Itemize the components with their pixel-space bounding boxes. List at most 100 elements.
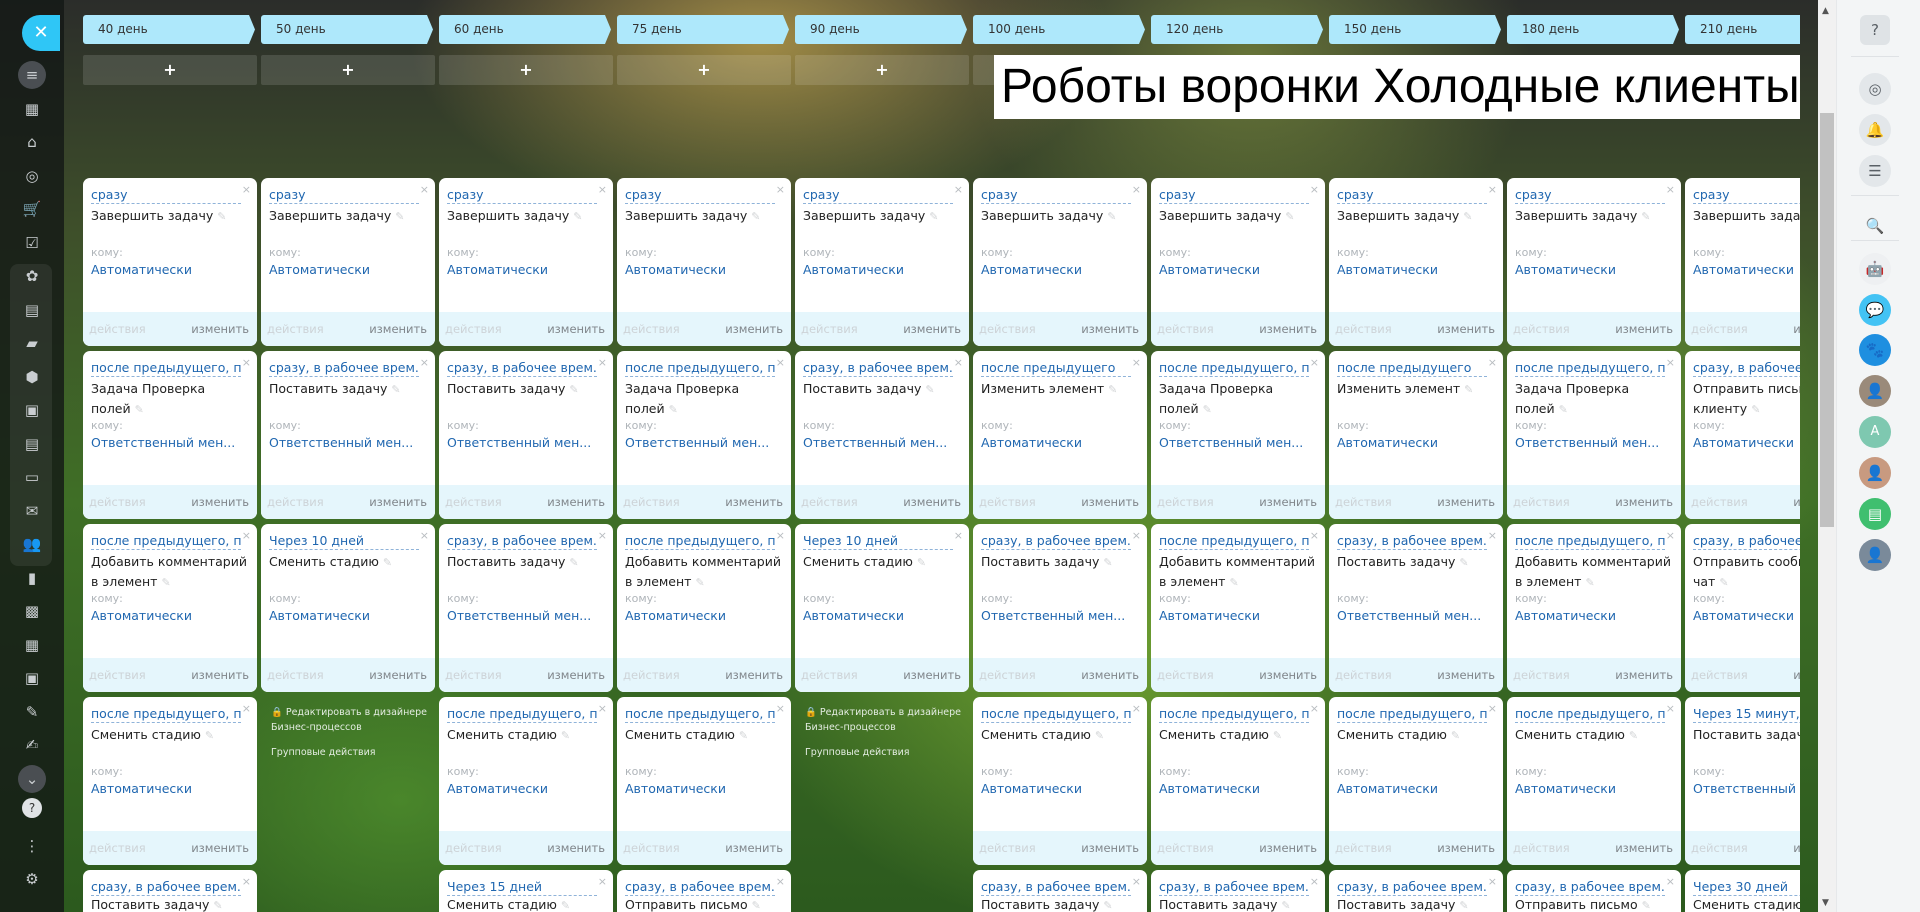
change-robot-link[interactable]: изменить bbox=[1793, 668, 1800, 682]
edit-pencil-icon[interactable]: ✎ bbox=[1463, 210, 1472, 223]
remove-robot-icon[interactable]: × bbox=[1488, 875, 1497, 888]
scrollbar-thumb[interactable] bbox=[1820, 113, 1834, 527]
stage-header[interactable]: 210 день bbox=[1685, 15, 1800, 44]
edit-pencil-icon[interactable]: ✎ bbox=[161, 576, 170, 589]
store-icon[interactable]: ▣ bbox=[18, 664, 46, 692]
remove-robot-icon[interactable]: × bbox=[1666, 702, 1675, 715]
change-robot-link[interactable]: изменить bbox=[1793, 495, 1800, 509]
feed-icon[interactable]: ▤ bbox=[18, 296, 46, 324]
change-robot-link[interactable]: изменить bbox=[1793, 841, 1800, 855]
change-robot-link[interactable]: изменить bbox=[1437, 322, 1495, 336]
robot-assignee[interactable]: Автоматически bbox=[269, 608, 370, 623]
edit-pencil-icon[interactable]: ✎ bbox=[561, 899, 570, 912]
remove-robot-icon[interactable]: × bbox=[1488, 702, 1497, 715]
robot-trigger-condition[interactable]: сразу, в рабочее врем... bbox=[981, 878, 1131, 896]
robot-trigger-condition[interactable]: после предыдущего, п... bbox=[447, 705, 597, 723]
remove-robot-icon[interactable]: × bbox=[1132, 356, 1141, 369]
stage-header[interactable]: 150 день bbox=[1329, 15, 1501, 44]
change-robot-link[interactable]: изменить bbox=[369, 322, 427, 336]
remove-robot-icon[interactable]: × bbox=[776, 529, 785, 542]
contact-center-icon[interactable]: ▩ bbox=[18, 597, 46, 625]
crm-icon[interactable]: ✿ bbox=[18, 262, 46, 290]
group-actions-link[interactable]: Групповые действия bbox=[271, 747, 375, 758]
edit-pencil-icon[interactable]: ✎ bbox=[1629, 729, 1638, 742]
remove-robot-icon[interactable]: × bbox=[1666, 183, 1675, 196]
edit-pencil-icon[interactable]: ✎ bbox=[395, 210, 404, 223]
edit-pencil-icon[interactable]: ✎ bbox=[1751, 403, 1760, 416]
robot-trigger-condition[interactable]: сразу, в рабочее врем... bbox=[981, 532, 1131, 550]
robot-assignee[interactable]: Автоматически bbox=[447, 781, 548, 796]
robot-trigger-condition[interactable]: сразу, в рабочее врем... bbox=[269, 359, 419, 377]
robot-assignee[interactable]: Автоматически bbox=[447, 262, 548, 277]
mail-icon[interactable]: ✉ bbox=[18, 497, 46, 525]
scroll-down-arrow-icon[interactable]: ▼ bbox=[1822, 898, 1829, 908]
remove-robot-icon[interactable]: × bbox=[1310, 183, 1319, 196]
robot-assignee[interactable]: Автоматически bbox=[625, 608, 726, 623]
robot-avatar[interactable]: 🤖 bbox=[1859, 253, 1891, 285]
robot-trigger-condition[interactable]: после предыдущего bbox=[1337, 359, 1487, 377]
sitemap-icon[interactable]: ⋮ bbox=[18, 832, 46, 860]
edit-pencil-icon[interactable]: ✎ bbox=[1108, 383, 1117, 396]
remove-robot-icon[interactable]: × bbox=[242, 356, 251, 369]
change-robot-link[interactable]: изменить bbox=[1793, 322, 1800, 336]
robot-assignee[interactable]: Ответственный м... bbox=[1693, 781, 1800, 796]
edit-in-designer-link[interactable]: 🔒 Редактировать в дизайнере bbox=[805, 707, 961, 718]
robot-trigger-condition[interactable]: сразу, в рабочее врем... bbox=[1337, 532, 1487, 550]
remove-robot-icon[interactable]: × bbox=[954, 356, 963, 369]
robot-trigger-condition[interactable]: после предыдущего, п... bbox=[1515, 532, 1665, 550]
edit-pencil-icon[interactable]: ✎ bbox=[739, 729, 748, 742]
remove-robot-icon[interactable]: × bbox=[776, 875, 785, 888]
change-robot-link[interactable]: изменить bbox=[1615, 495, 1673, 509]
change-robot-link[interactable]: изменить bbox=[369, 495, 427, 509]
robot-assignee[interactable]: Автоматически bbox=[981, 435, 1082, 450]
change-robot-link[interactable]: изменить bbox=[1615, 668, 1673, 682]
robot-assignee[interactable]: Автоматически bbox=[981, 262, 1082, 277]
edit-pencil-icon[interactable]: ✎ bbox=[1285, 210, 1294, 223]
edit-pencil-icon[interactable]: ✎ bbox=[929, 210, 938, 223]
robot-trigger-condition[interactable]: сразу, в рабочее врем... bbox=[91, 878, 241, 896]
robot-assignee[interactable]: Автоматически bbox=[803, 608, 904, 623]
change-robot-link[interactable]: изменить bbox=[1437, 668, 1495, 682]
robot-trigger-condition[interactable]: после предыдущего, п... bbox=[1515, 359, 1665, 377]
remove-robot-icon[interactable]: × bbox=[1488, 529, 1497, 542]
edit-pencil-icon[interactable]: ✎ bbox=[925, 383, 934, 396]
change-robot-link[interactable]: изменить bbox=[547, 668, 605, 682]
edit-pencil-icon[interactable]: ✎ bbox=[695, 576, 704, 589]
remove-robot-icon[interactable]: × bbox=[1310, 702, 1319, 715]
more-icon[interactable]: ⌄ bbox=[18, 764, 46, 793]
help-icon[interactable]: ? bbox=[1860, 15, 1890, 45]
edit-pencil-icon[interactable]: ✎ bbox=[1229, 576, 1238, 589]
robot-assignee[interactable]: Ответственный мен... bbox=[803, 435, 947, 450]
stage-header[interactable]: 90 день bbox=[795, 15, 967, 44]
edit-pencil-icon[interactable]: ✎ bbox=[383, 556, 392, 569]
remove-robot-icon[interactable]: × bbox=[1132, 183, 1141, 196]
change-robot-link[interactable]: изменить bbox=[903, 495, 961, 509]
edit-pencil-icon[interactable]: ✎ bbox=[1719, 576, 1728, 589]
groups-icon[interactable]: 👥 bbox=[18, 530, 46, 558]
remove-robot-icon[interactable]: × bbox=[776, 702, 785, 715]
stage-header[interactable]: 180 день bbox=[1507, 15, 1679, 44]
robot-assignee[interactable]: Автоматически bbox=[1693, 435, 1794, 450]
robot-trigger-condition[interactable]: сразу, в рабочее врем... bbox=[625, 878, 775, 896]
robot-assignee[interactable]: Ответственный мен... bbox=[1515, 435, 1659, 450]
edit-in-designer-link[interactable]: 🔒 Редактировать в дизайнере bbox=[271, 707, 427, 718]
chat-icon[interactable]: ▰ bbox=[18, 329, 46, 357]
change-robot-link[interactable]: изменить bbox=[191, 668, 249, 682]
robot-assignee[interactable]: Автоматически bbox=[981, 781, 1082, 796]
remove-robot-icon[interactable]: × bbox=[954, 529, 963, 542]
analytics-icon[interactable]: ▮ bbox=[18, 564, 46, 592]
change-robot-link[interactable]: изменить bbox=[725, 495, 783, 509]
remove-robot-icon[interactable]: × bbox=[1310, 529, 1319, 542]
remove-robot-icon[interactable]: × bbox=[598, 702, 607, 715]
remove-robot-icon[interactable]: × bbox=[420, 356, 429, 369]
robot-trigger-condition[interactable]: Через 30 дней bbox=[1693, 878, 1800, 896]
edit-pencil-icon[interactable]: ✎ bbox=[1641, 210, 1650, 223]
add-robot-button[interactable]: + bbox=[261, 55, 435, 85]
change-robot-link[interactable]: изменить bbox=[1615, 841, 1673, 855]
change-robot-link[interactable]: изменить bbox=[725, 668, 783, 682]
group-actions-link[interactable]: Групповые действия bbox=[805, 747, 909, 758]
company-icon[interactable]: ⌂ bbox=[18, 128, 46, 156]
edit-pencil-icon[interactable]: ✎ bbox=[561, 729, 570, 742]
remove-robot-icon[interactable]: × bbox=[776, 183, 785, 196]
robot-trigger-condition[interactable]: после предыдущего bbox=[981, 359, 1131, 377]
